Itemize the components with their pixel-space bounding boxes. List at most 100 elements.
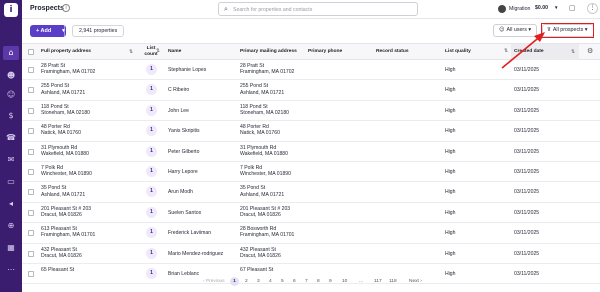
credit-balance[interactable]: $0.00 <box>535 5 548 11</box>
property-address-line1[interactable]: 432 Pleasant St <box>41 247 82 253</box>
page-1[interactable]: 1 <box>230 277 239 286</box>
app-logo[interactable]: i <box>4 3 18 17</box>
list-count-badge[interactable]: 1 <box>146 186 157 198</box>
chevron-down-icon[interactable]: ▼ <box>61 25 66 37</box>
table-row[interactable]: 48 Porter Rd Natick, MA 01760 1 Yanis Skrip… <box>22 121 600 142</box>
sort-icon[interactable]: ⇅ <box>156 48 160 54</box>
list-count-badge[interactable]: 1 <box>146 268 157 279</box>
row-checkbox[interactable] <box>28 271 34 277</box>
list-count-badge[interactable]: 1 <box>146 125 157 137</box>
page-9[interactable]: 9 <box>329 279 332 284</box>
row-checkbox[interactable] <box>28 250 34 257</box>
list-quality-value: High <box>445 189 456 196</box>
table-row[interactable]: 118 Pond St Stoneham, MA 02180 1 John Lee 11… <box>22 101 600 122</box>
sidebar-money-icon[interactable]: $ <box>3 109 19 123</box>
col-primary-phone[interactable]: Primary phone <box>308 44 342 60</box>
table-row[interactable]: 28 Pratt St Framingham, MA 01702 1 Stephani… <box>22 60 600 81</box>
list-count-badge[interactable]: 1 <box>146 206 157 218</box>
list-count-badge[interactable]: 1 <box>146 145 157 157</box>
sort-icon[interactable]: ⇅ <box>504 48 508 54</box>
row-checkbox[interactable] <box>28 189 34 196</box>
owner-name[interactable]: Suelen Santos <box>168 210 201 216</box>
owner-name[interactable]: Harry Lepore <box>168 169 198 175</box>
row-checkbox[interactable] <box>28 107 34 114</box>
global-search[interactable]: ⌕ <box>218 2 418 16</box>
col-name[interactable]: Name <box>168 44 181 60</box>
row-checkbox[interactable] <box>28 148 34 155</box>
gear-icon[interactable]: ⚙ <box>587 47 593 55</box>
page-8[interactable]: 8 <box>317 279 320 284</box>
table-row[interactable]: 255 Pond St Ashland, MA 01721 1 C Ribeiro 25… <box>22 80 600 101</box>
page-2[interactable]: 2 <box>245 279 248 284</box>
row-checkbox[interactable] <box>28 209 34 216</box>
sidebar-home-icon[interactable]: ⌂ <box>3 46 19 60</box>
sidebar-grid-icon[interactable]: ▦ <box>3 241 19 255</box>
more-menu-icon[interactable]: ⋮ <box>587 3 598 14</box>
sidebar-phone-icon[interactable]: ☎ <box>3 131 19 145</box>
list-count-badge[interactable]: 1 <box>146 104 157 116</box>
all-users-filter[interactable]: ☺ All users ▾ <box>493 24 537 37</box>
table-row[interactable]: 31 Plymouth Rd Wakefield, MA 01880 1 Peter … <box>22 142 600 162</box>
col-created-date[interactable]: Created date ⇅ <box>511 44 579 60</box>
owner-name[interactable]: Yanis Skripitis <box>168 128 200 134</box>
list-count-badge[interactable]: 1 <box>146 64 157 75</box>
page-3[interactable]: 3 <box>257 279 260 284</box>
row-checkbox[interactable] <box>28 169 34 175</box>
owner-name[interactable]: Arun Modh <box>168 189 193 195</box>
next-page[interactable]: Next › <box>409 279 422 284</box>
owner-name[interactable]: C Ribeiro <box>168 87 189 93</box>
list-count-badge[interactable]: 1 <box>146 166 157 177</box>
list-quality-value: High <box>445 169 456 175</box>
sidebar-contacts-icon[interactable]: ☺ <box>3 88 19 102</box>
page-10[interactable]: 10 <box>342 279 347 284</box>
sidebar-mail-icon[interactable]: ▭ <box>3 175 19 189</box>
row-checkbox[interactable] <box>28 67 34 73</box>
col-record-status[interactable]: Record status <box>376 44 409 60</box>
page-4[interactable]: 4 <box>269 279 272 284</box>
owner-name[interactable]: Stephanie Lopes <box>168 67 206 73</box>
migration-icon[interactable] <box>498 5 506 13</box>
select-all-checkbox[interactable] <box>28 49 34 55</box>
list-count-badge[interactable]: 1 <box>146 247 157 259</box>
sidebar-people-icon[interactable]: ☻ <box>3 69 19 83</box>
chevron-down-icon[interactable]: ▼ <box>554 5 558 10</box>
table-row[interactable]: 35 Pond St Ashland, MA 01721 1 Arun Modh 35 … <box>22 182 600 203</box>
add-button[interactable]: + Add ▼ <box>30 25 66 37</box>
users-icon: ☺ <box>499 27 505 33</box>
sidebar-campaign-icon[interactable]: ◂ <box>3 197 19 211</box>
row-checkbox[interactable] <box>28 87 34 94</box>
row-checkbox[interactable] <box>28 128 34 135</box>
info-icon[interactable]: i <box>62 4 70 12</box>
owner-name[interactable]: Brian Leblanc <box>168 271 199 277</box>
col-mailing-address[interactable]: Primary mailing address <box>240 44 297 60</box>
page-6[interactable]: 6 <box>293 279 296 284</box>
migration-link[interactable]: Migration <box>509 6 530 12</box>
owner-name[interactable]: Peter Gilberto <box>168 149 199 155</box>
page-5[interactable]: 5 <box>281 279 284 284</box>
col-full-address[interactable]: Full property address ⇅ <box>41 44 136 60</box>
previous-page[interactable]: ‹ Previous <box>203 279 225 284</box>
row-checkbox[interactable] <box>28 230 34 237</box>
list-count-badge[interactable]: 1 <box>146 84 157 96</box>
sidebar-more-icon[interactable]: ⋯ <box>3 263 19 277</box>
page-117[interactable]: 117 <box>374 279 382 284</box>
page-118[interactable]: 118 <box>389 279 397 284</box>
sidebar-tree-icon[interactable]: ⊕ <box>3 219 19 233</box>
owner-name[interactable]: John Lee <box>168 108 189 114</box>
sort-icon[interactable]: ⇅ <box>571 44 575 60</box>
chat-icon[interactable]: ▢ <box>569 4 576 12</box>
table-row[interactable]: 7 Polk Rd Winchester, MA 01890 1 Harry Lepo… <box>22 162 600 183</box>
table-row[interactable]: 201 Pleasant St # 203 Dracut, MA 01826 1 Su… <box>22 203 600 224</box>
list-count-badge[interactable]: 1 <box>146 227 157 239</box>
sort-icon[interactable]: ⇅ <box>129 44 133 60</box>
sidebar-inbox-icon[interactable]: ✉ <box>3 153 19 167</box>
table-row[interactable]: 432 Pleasant St Dracut, MA 01826 1 Mario Me… <box>22 244 600 264</box>
owner-name[interactable]: Frederick Laviiman <box>168 230 211 236</box>
search-input[interactable] <box>233 5 413 14</box>
page-7[interactable]: 7 <box>305 279 308 284</box>
sidebar: i ⌂ ☻ ☺ $ ☎ ✉ ▭ ◂ ⊕ ▦ ⋯ <box>0 0 22 292</box>
table-row[interactable]: 613 Pleasant St Framingham, MA 01701 1 Fred… <box>22 223 600 244</box>
property-address-line1[interactable]: 65 Pleasant St <box>41 267 74 273</box>
col-list-quality[interactable]: List quality <box>445 44 471 60</box>
owner-name[interactable]: Mario Mendez-rodriguez <box>168 251 223 257</box>
